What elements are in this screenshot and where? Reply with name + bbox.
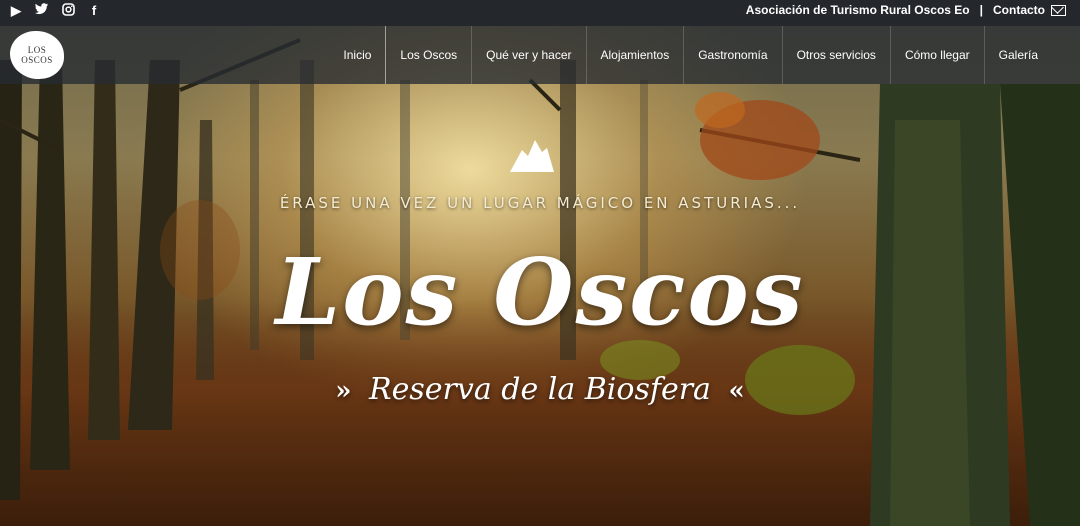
hero-tagline: ÉRASE UNA VEZ UN LUGAR MÁGICO EN ASTURIA… <box>279 194 801 212</box>
nav-item-que-ver-y-hacer[interactable]: Qué ver y hacer <box>471 26 585 84</box>
top-bar: ▶ f Asociación de Turismo Rural Oscos Eo… <box>0 0 1080 26</box>
double-chevron-left-icon: « <box>728 376 745 406</box>
logo-line-1: LOS <box>27 45 47 55</box>
logo-line-2: OSCOS <box>21 55 53 65</box>
nav-item-alojamientos[interactable]: Alojamientos <box>585 26 684 84</box>
contact-link[interactable]: Contacto <box>993 3 1045 17</box>
main-menu: Inicio Los Oscos Qué ver y hacer Alojami… <box>329 26 1052 84</box>
twitter-icon[interactable] <box>34 3 50 19</box>
nav-item-inicio[interactable]: Inicio <box>329 26 385 84</box>
nav-item-otros-servicios[interactable]: Otros servicios <box>781 26 890 84</box>
hero-title: Los Oscos <box>275 238 805 346</box>
nav-item-los-oscos[interactable]: Los Oscos <box>385 26 471 84</box>
double-chevron-right-icon: » <box>335 376 352 406</box>
facebook-icon[interactable]: f <box>86 3 102 19</box>
mail-icon[interactable] <box>1051 4 1066 16</box>
nav-item-galeria[interactable]: Galería <box>983 26 1052 84</box>
nav-item-como-llegar[interactable]: Cómo llegar <box>889 26 984 84</box>
instagram-icon[interactable] <box>60 3 76 19</box>
main-navbar: LOS OSCOS Inicio Los Oscos Qué ver y hac… <box>0 26 1080 84</box>
nav-item-gastronomia[interactable]: Gastronomía <box>683 26 781 84</box>
hero-subtitle-row: » Reserva de la Biosfera « <box>0 372 1080 407</box>
association-link[interactable]: Asociación de Turismo Rural Oscos Eo <box>746 3 970 17</box>
top-separator: | <box>979 3 983 17</box>
social-links: ▶ f <box>8 3 102 19</box>
top-links: Asociación de Turismo Rural Oscos Eo | C… <box>746 3 1066 17</box>
mountain-icon <box>510 140 554 172</box>
hero-subtitle: Reserva de la Biosfera <box>369 372 711 407</box>
site-logo[interactable]: LOS OSCOS <box>10 31 64 79</box>
youtube-icon[interactable]: ▶ <box>8 3 24 19</box>
